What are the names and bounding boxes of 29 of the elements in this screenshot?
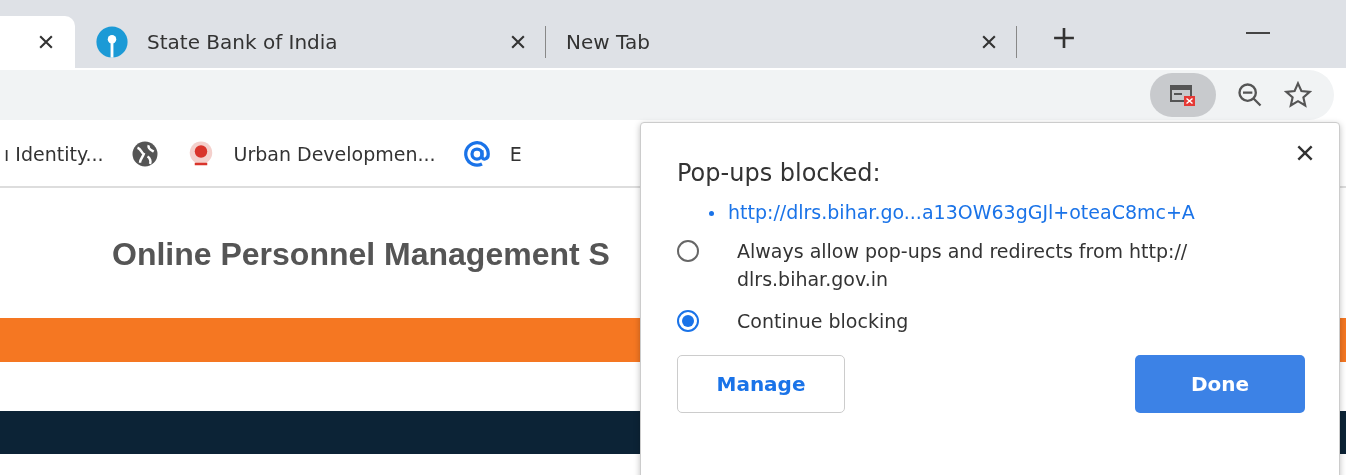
manage-button[interactable]: Manage (677, 355, 845, 413)
bank-logo-icon (95, 25, 129, 59)
tab-title: State Bank of India (147, 30, 339, 54)
blocked-window-icon (1170, 84, 1196, 106)
zoom-out-icon[interactable] (1236, 81, 1264, 109)
tab-title: New Tab (566, 30, 651, 54)
browser-tab[interactable]: State Bank of India (75, 16, 545, 68)
close-icon[interactable] (39, 35, 53, 49)
bookmark-link[interactable]: Urban Developmen... (233, 143, 436, 165)
popup-blocked-button[interactable] (1150, 73, 1216, 117)
minimize-icon[interactable] (1246, 32, 1270, 36)
new-tab-icon[interactable] (1053, 27, 1075, 49)
option-label: Continue blocking (737, 309, 910, 334)
done-button[interactable]: Done (1135, 355, 1305, 413)
at-sign-icon (461, 139, 492, 169)
close-icon[interactable] (982, 35, 996, 49)
bullet-icon (709, 211, 714, 216)
radio-button[interactable] (677, 240, 699, 262)
bookmark-link[interactable]: ı Identity... (4, 143, 104, 165)
radio-button[interactable] (677, 310, 699, 332)
option-label: Always allow pop-ups and redirects from http:// dlrs.bihar.gov.in (737, 239, 1189, 292)
browser-tab[interactable]: New Tab (546, 16, 1016, 68)
dialog-title: Pop-ups blocked: (677, 159, 882, 187)
close-icon[interactable] (511, 35, 525, 49)
close-icon[interactable] (1297, 145, 1313, 161)
bookmark-link[interactable]: E (509, 143, 522, 165)
star-icon[interactable] (1284, 81, 1312, 109)
blocked-popup-link[interactable]: http://dlrs.bihar.go...a13OW63gGJl+oteaC8mc+A (728, 201, 1195, 223)
page-heading: Online Personnel Management S (112, 236, 610, 274)
